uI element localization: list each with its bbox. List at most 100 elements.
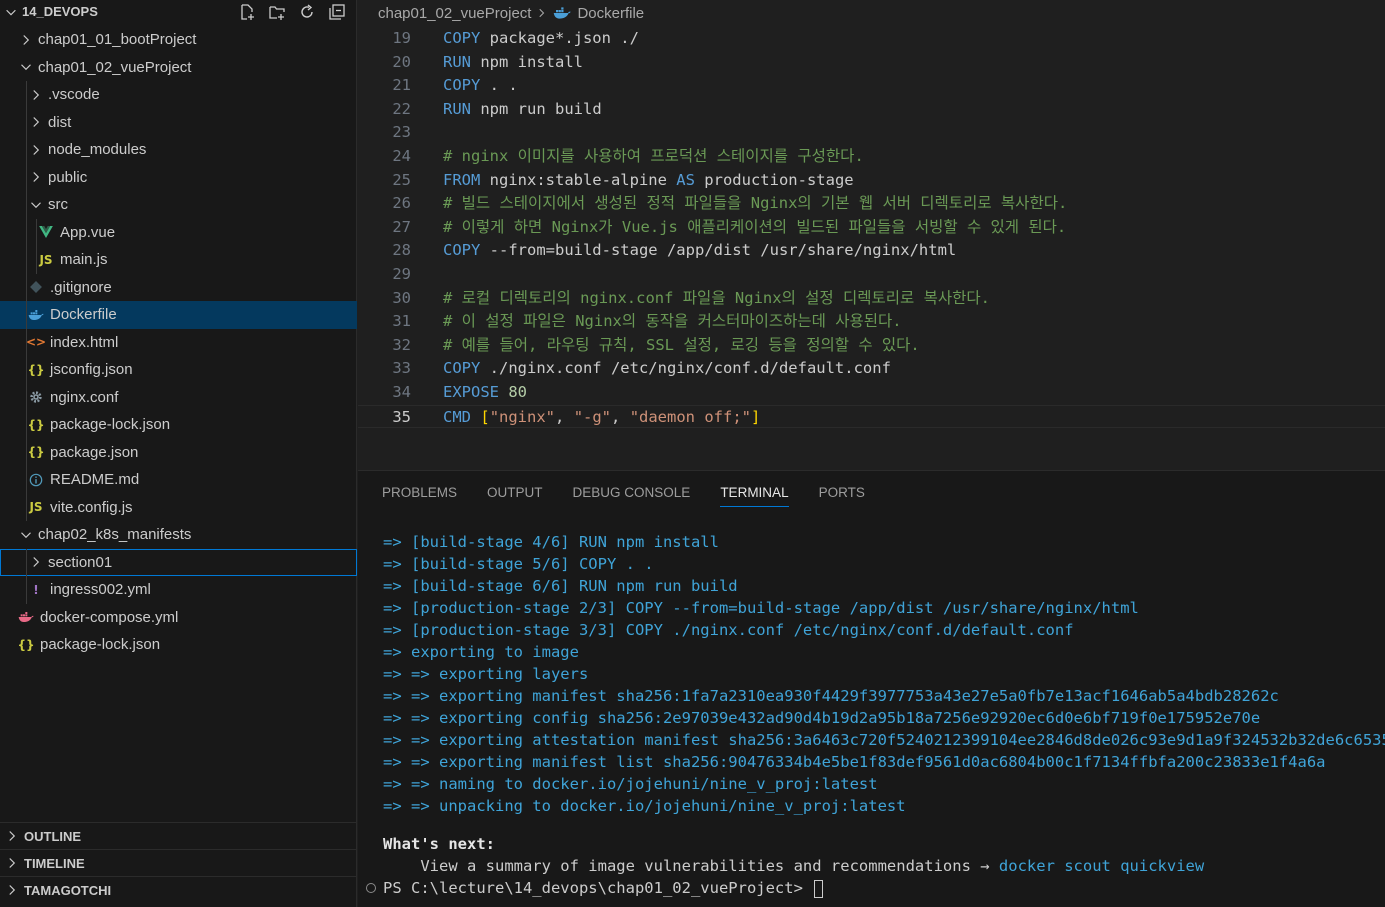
- folder-item-chap01-01-bootproject[interactable]: chap01_01_bootProject: [0, 26, 357, 54]
- tree-item-label: src: [48, 196, 68, 214]
- docker-scout-link[interactable]: docker scout quickview: [999, 857, 1204, 875]
- line-number: 34: [392, 382, 411, 401]
- code-token: nginx:stable-alpine: [480, 170, 677, 189]
- folder-item-public[interactable]: public: [0, 163, 357, 191]
- code-token: package*.json ./: [480, 29, 639, 47]
- chevron-right-icon: [18, 32, 34, 48]
- file-item-gitignore[interactable]: .gitignore: [0, 273, 357, 301]
- code-token: npm install: [471, 52, 583, 71]
- file-item-package-json[interactable]: {} package.json: [0, 438, 357, 466]
- new-file-icon[interactable]: [237, 2, 257, 22]
- yaml-icon: !: [33, 582, 39, 597]
- code-text: # nginx 이미지를 사용하여 프로덕션 스테이지를 구성한다.: [443, 145, 864, 169]
- file-item-app-vue[interactable]: App.vue: [0, 218, 357, 246]
- file-item-package-lock-json[interactable]: {} package-lock.json: [0, 631, 357, 659]
- code-token: --from=build-stage /app/dist /usr/share/…: [480, 241, 957, 260]
- tree-item-label: .gitignore: [50, 278, 112, 296]
- chevron-down-icon: [18, 59, 34, 75]
- terminal[interactable]: => [build-stage 4/6] RUN npm install => […: [366, 531, 1385, 899]
- file-item-dockerfile[interactable]: Dockerfile: [0, 301, 357, 329]
- info-icon: [28, 472, 44, 488]
- indent-guide: [26, 328, 27, 356]
- line-number: 28: [392, 241, 411, 260]
- indent-guide: [26, 273, 27, 301]
- code-token: 80: [508, 382, 528, 401]
- code-line: 31 # 이 설정 파일은 Nginx의 동작을 커스터마이즈하는데 사용된다.: [358, 310, 1385, 334]
- line-number: 31: [392, 312, 411, 331]
- code-text: # 이 설정 파일은 Nginx의 동작을 커스터마이즈하는데 사용된다.: [443, 310, 902, 334]
- indent-guide: [26, 576, 27, 604]
- json-icon: {}: [17, 637, 35, 652]
- tree-item-label: package.json: [50, 443, 139, 461]
- indent-guide: [26, 81, 27, 109]
- new-folder-icon[interactable]: [267, 2, 287, 22]
- code-token: RUN: [443, 99, 471, 118]
- outline-section[interactable]: OUTLINE: [0, 822, 357, 849]
- breadcrumb-file[interactable]: Dockerfile: [577, 5, 644, 22]
- code-line: 22 RUN npm run build: [358, 98, 1385, 122]
- terminal-line: => [build-stage 6/6] RUN npm run build: [383, 577, 738, 595]
- indent-guide: [26, 163, 27, 191]
- folder-item-node-modules[interactable]: node_modules: [0, 136, 357, 164]
- terminal-line: => => exporting config sha256:2e97039e43…: [383, 709, 1261, 727]
- file-item-vite-config-js[interactable]: JS vite.config.js: [0, 493, 357, 521]
- folder-item-section01[interactable]: section01: [0, 548, 357, 576]
- file-item-jsconfig-json[interactable]: {} jsconfig.json: [0, 356, 357, 384]
- file-item-package-lock-json[interactable]: {} package-lock.json: [0, 411, 357, 439]
- whats-next-heading: What's next:: [383, 835, 495, 853]
- terminal-line: => => unpacking to docker.io/jojehuni/ni…: [383, 797, 906, 815]
- terminal-line: => => exporting attestation manifest sha…: [383, 731, 1385, 749]
- code-token: # nginx 이미지를 사용하여 프로덕션 스테이지를 구성한다.: [443, 146, 864, 165]
- file-item-readme-md[interactable]: README.md: [0, 466, 357, 494]
- terminal-line: => [production-stage 2/3] COPY --from=bu…: [383, 599, 1139, 617]
- tab-debug-console[interactable]: DEBUG CONSOLE: [573, 485, 691, 507]
- code-text: EXPOSE 80: [443, 381, 527, 405]
- tab-output[interactable]: OUTPUT: [487, 485, 543, 507]
- refresh-icon[interactable]: [297, 2, 317, 22]
- indent-guide: [26, 411, 27, 439]
- code-area[interactable]: 19 COPY package*.json ./ 20 RUN npm install…: [358, 27, 1385, 429]
- code-token: # 로컬 디렉토리의 nginx.conf 파일을 Nginx의 설정 디렉토리…: [443, 288, 991, 307]
- line-number: 19: [392, 29, 411, 47]
- collapse-all-icon[interactable]: [327, 2, 347, 22]
- file-item-index-html[interactable]: <> index.html: [0, 328, 357, 356]
- tree-item-label: package-lock.json: [40, 636, 161, 654]
- indent-guide: [26, 548, 27, 576]
- folder-item-dist[interactable]: dist: [0, 108, 357, 136]
- file-item-docker-compose-yml[interactable]: docker-compose.yml: [0, 604, 357, 632]
- file-item-main-js[interactable]: JS main.js: [0, 246, 357, 274]
- file-item-ingress002-yml[interactable]: ! ingress002.yml: [0, 576, 357, 604]
- code-token: "-g": [573, 407, 612, 426]
- command-decoration-icon[interactable]: [366, 883, 376, 893]
- indent-guide: [26, 301, 27, 329]
- folder-item-chap01-02-vueproject[interactable]: chap01_02_vueProject: [0, 54, 357, 82]
- code-token: # 예를 들어, 라우팅 규칙, SSL 설정, 로깅 등을 정의할 수 있다.: [443, 335, 920, 354]
- chevron-right-icon: [28, 142, 44, 158]
- docker-icon: [554, 7, 572, 19]
- folder-item-src[interactable]: src: [0, 191, 357, 219]
- code-text: # 이렇게 하면 Nginx가 Vue.js 애플리케이션의 빌드된 파일들을 …: [443, 216, 1066, 240]
- line-number: 32: [392, 335, 411, 354]
- tree-item-label: .vscode: [48, 86, 100, 104]
- explorer-root-toggle[interactable]: 14_DEVOPS: [4, 4, 98, 19]
- code-line: 33 COPY ./nginx.conf /etc/nginx/conf.d/de…: [358, 357, 1385, 381]
- file-item-nginx-conf[interactable]: nginx.conf: [0, 383, 357, 411]
- tab-problems[interactable]: PROBLEMS: [382, 485, 457, 507]
- folder-item-chap02-k8s-manifests[interactable]: chap02_k8s_manifests: [0, 521, 357, 549]
- tab-terminal[interactable]: TERMINAL: [720, 485, 789, 507]
- code-line: 30 # 로컬 디렉토리의 nginx.conf 파일을 Nginx의 설정 디렉…: [358, 287, 1385, 311]
- indent-guide: [26, 108, 27, 136]
- code-token: . .: [480, 76, 518, 95]
- code-token: # 빌드 스테이지에서 생성된 정적 파일들을 Nginx의 기본 웹 서버 디…: [443, 194, 1068, 213]
- code-token: ,: [555, 407, 574, 426]
- breadcrumb-folder[interactable]: chap01_02_vueProject: [378, 5, 531, 22]
- tamagotchi-section[interactable]: TAMAGOTCHI: [0, 876, 357, 903]
- indent-guide: [26, 466, 27, 494]
- folder-item-vscode[interactable]: .vscode: [0, 81, 357, 109]
- tab-ports[interactable]: PORTS: [819, 485, 865, 507]
- code-token: # 이 설정 파일은 Nginx의 동작을 커스터마이즈하는데 사용된다.: [443, 312, 902, 331]
- terminal-line: => => naming to docker.io/jojehuni/nine_…: [383, 775, 878, 793]
- terminal-line: => => exporting manifest sha256:1fa7a231…: [383, 687, 1279, 705]
- timeline-section[interactable]: TIMELINE: [0, 849, 357, 876]
